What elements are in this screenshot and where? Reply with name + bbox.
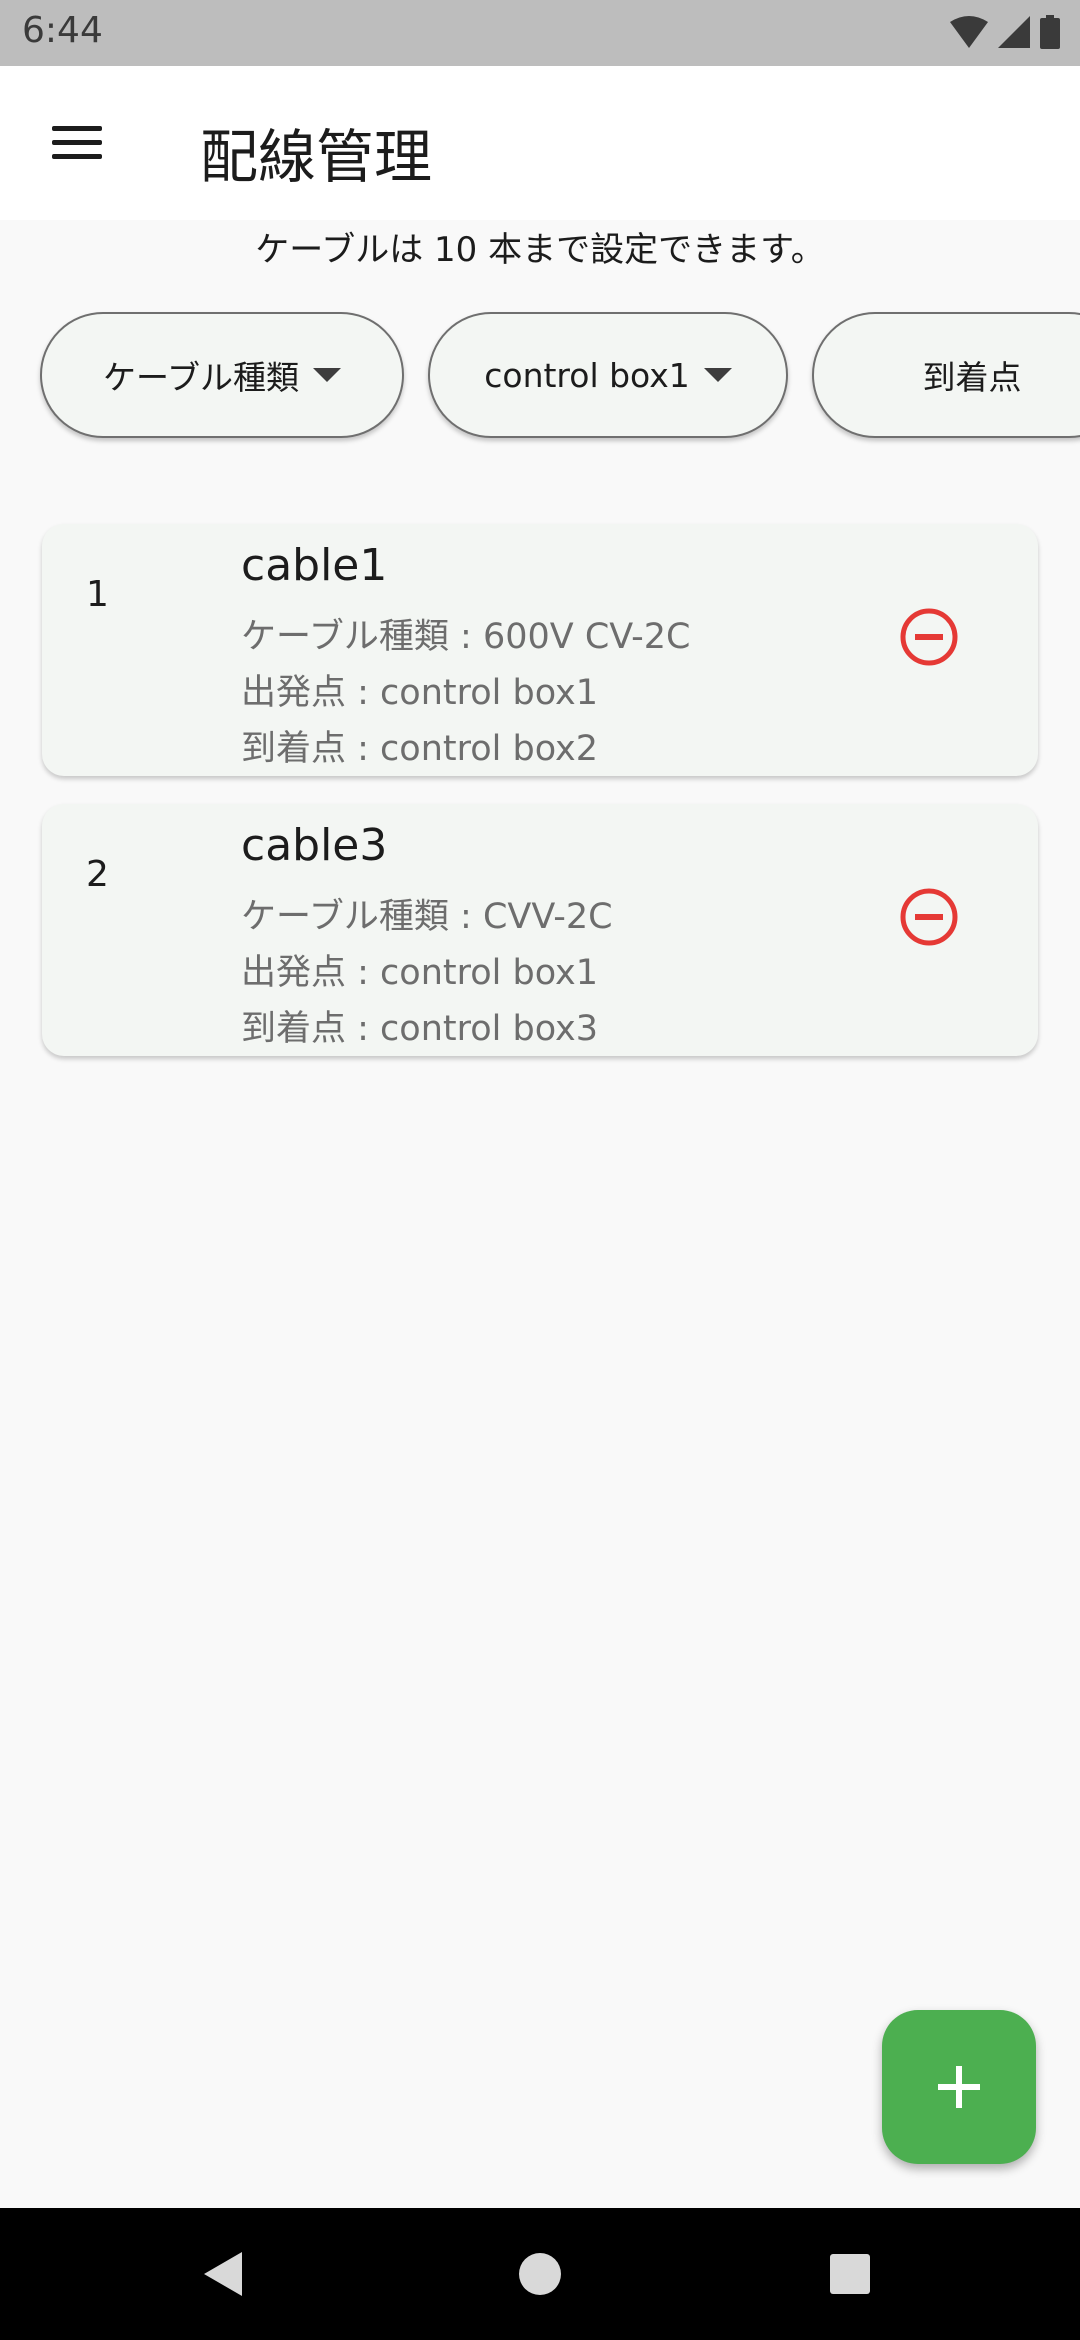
cable-name: cable1 [241, 540, 388, 591]
cable-type-text: ケーブル種類 : CVV-2C [241, 897, 613, 937]
home-circle-icon [519, 2253, 561, 2295]
nav-recents-button[interactable] [814, 2238, 886, 2310]
start-point-filter[interactable]: control box1 [428, 312, 788, 438]
system-nav-bar [0, 2208, 1080, 2340]
cable-end-text: 到着点 : control box3 [241, 1009, 599, 1049]
dropdown-arrow-icon [703, 368, 732, 382]
cable-limit-info: ケーブルは 10 本まで設定できます。 [255, 230, 825, 270]
remove-cable-button[interactable] [898, 886, 960, 948]
status-time: 6:44 [22, 10, 103, 51]
remove-circle-icon [900, 608, 958, 666]
app-bar: 配線管理 [0, 66, 1080, 220]
cable-start-text: 出発点 : control box1 [241, 673, 599, 713]
cable-card[interactable]: 1 cable1 ケーブル種類 : 600V CV-2C 出発点 : contr… [42, 524, 1038, 776]
page-title: 配線管理 [200, 123, 433, 191]
remove-circle-icon [900, 888, 958, 946]
signal-icon [998, 16, 1030, 48]
end-point-filter-label: 到着点 [922, 358, 1022, 397]
cable-type-text: ケーブル種類 : 600V CV-2C [241, 617, 691, 657]
recents-square-icon [830, 2254, 870, 2294]
end-point-filter[interactable]: 到着点 [812, 312, 1080, 438]
cable-start-text: 出発点 : control box1 [241, 953, 599, 993]
battery-icon [1040, 15, 1060, 49]
cable-type-filter-label: ケーブル種類 [102, 358, 300, 397]
menu-button[interactable] [36, 110, 116, 176]
wifi-icon [950, 16, 988, 48]
cable-card[interactable]: 2 cable3 ケーブル種類 : CVV-2C 出発点 : control b… [42, 804, 1038, 1056]
nav-back-button[interactable] [190, 2238, 262, 2310]
add-cable-button[interactable] [882, 2010, 1036, 2164]
cable-type-filter[interactable]: ケーブル種類 [40, 312, 404, 438]
cable-index: 1 [86, 574, 109, 615]
dropdown-arrow-icon [313, 368, 342, 382]
start-point-filter-label: control box1 [484, 355, 690, 395]
cable-name: cable3 [241, 820, 388, 871]
back-triangle-icon [204, 2252, 242, 2296]
cable-end-text: 到着点 : control box2 [241, 729, 599, 769]
status-bar: 6:44 [0, 0, 1080, 66]
cable-index: 2 [86, 854, 109, 895]
status-icons [950, 14, 1060, 50]
nav-home-button[interactable] [504, 2238, 576, 2310]
remove-cable-button[interactable] [898, 606, 960, 668]
